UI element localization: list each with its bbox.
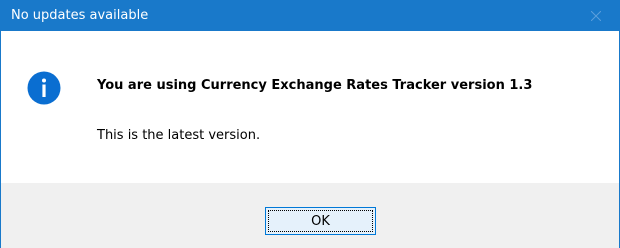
close-button[interactable] — [573, 0, 619, 31]
update-dialog: No updates available You are using Curre… — [0, 0, 620, 248]
info-icon — [27, 71, 61, 105]
close-icon — [591, 10, 601, 21]
dialog-content: You are using Currency Exchange Rates Tr… — [1, 31, 619, 183]
title-bar: No updates available — [1, 0, 619, 31]
dialog-message: This is the latest version. — [97, 128, 261, 143]
dialog-footer: OK — [1, 183, 619, 248]
dialog-heading: You are using Currency Exchange Rates Tr… — [97, 78, 533, 93]
dialog-title: No updates available — [11, 8, 149, 23]
ok-button[interactable]: OK — [265, 207, 376, 235]
